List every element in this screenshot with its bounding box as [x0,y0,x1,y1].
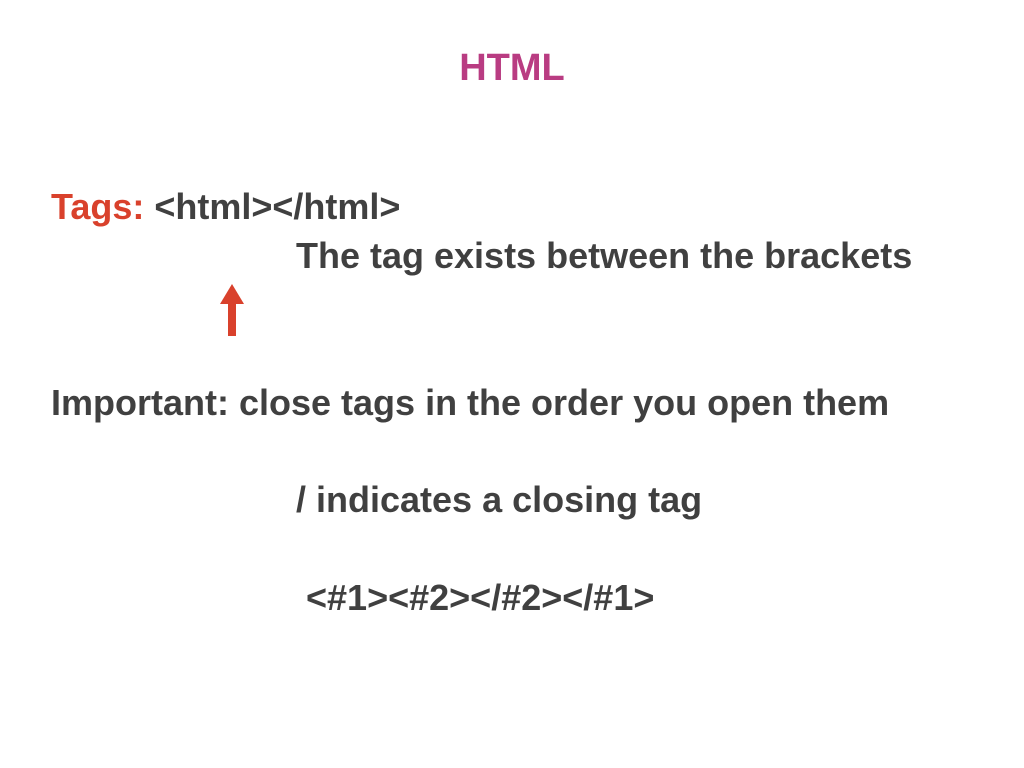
slide-title: HTML [459,47,565,89]
closing-tag-note: / indicates a closing tag [296,479,703,520]
nesting-example: <#1><#2></#2></#1> [306,577,655,618]
tags-label: Tags: [51,186,145,227]
up-arrow-icon [220,284,244,336]
tags-line: Tags: <html></html> [51,189,400,225]
important-note: Important: close tags in the order you o… [51,382,890,423]
tags-explanation: The tag exists between the brackets [296,235,913,276]
tags-example: <html></html> [154,186,401,227]
